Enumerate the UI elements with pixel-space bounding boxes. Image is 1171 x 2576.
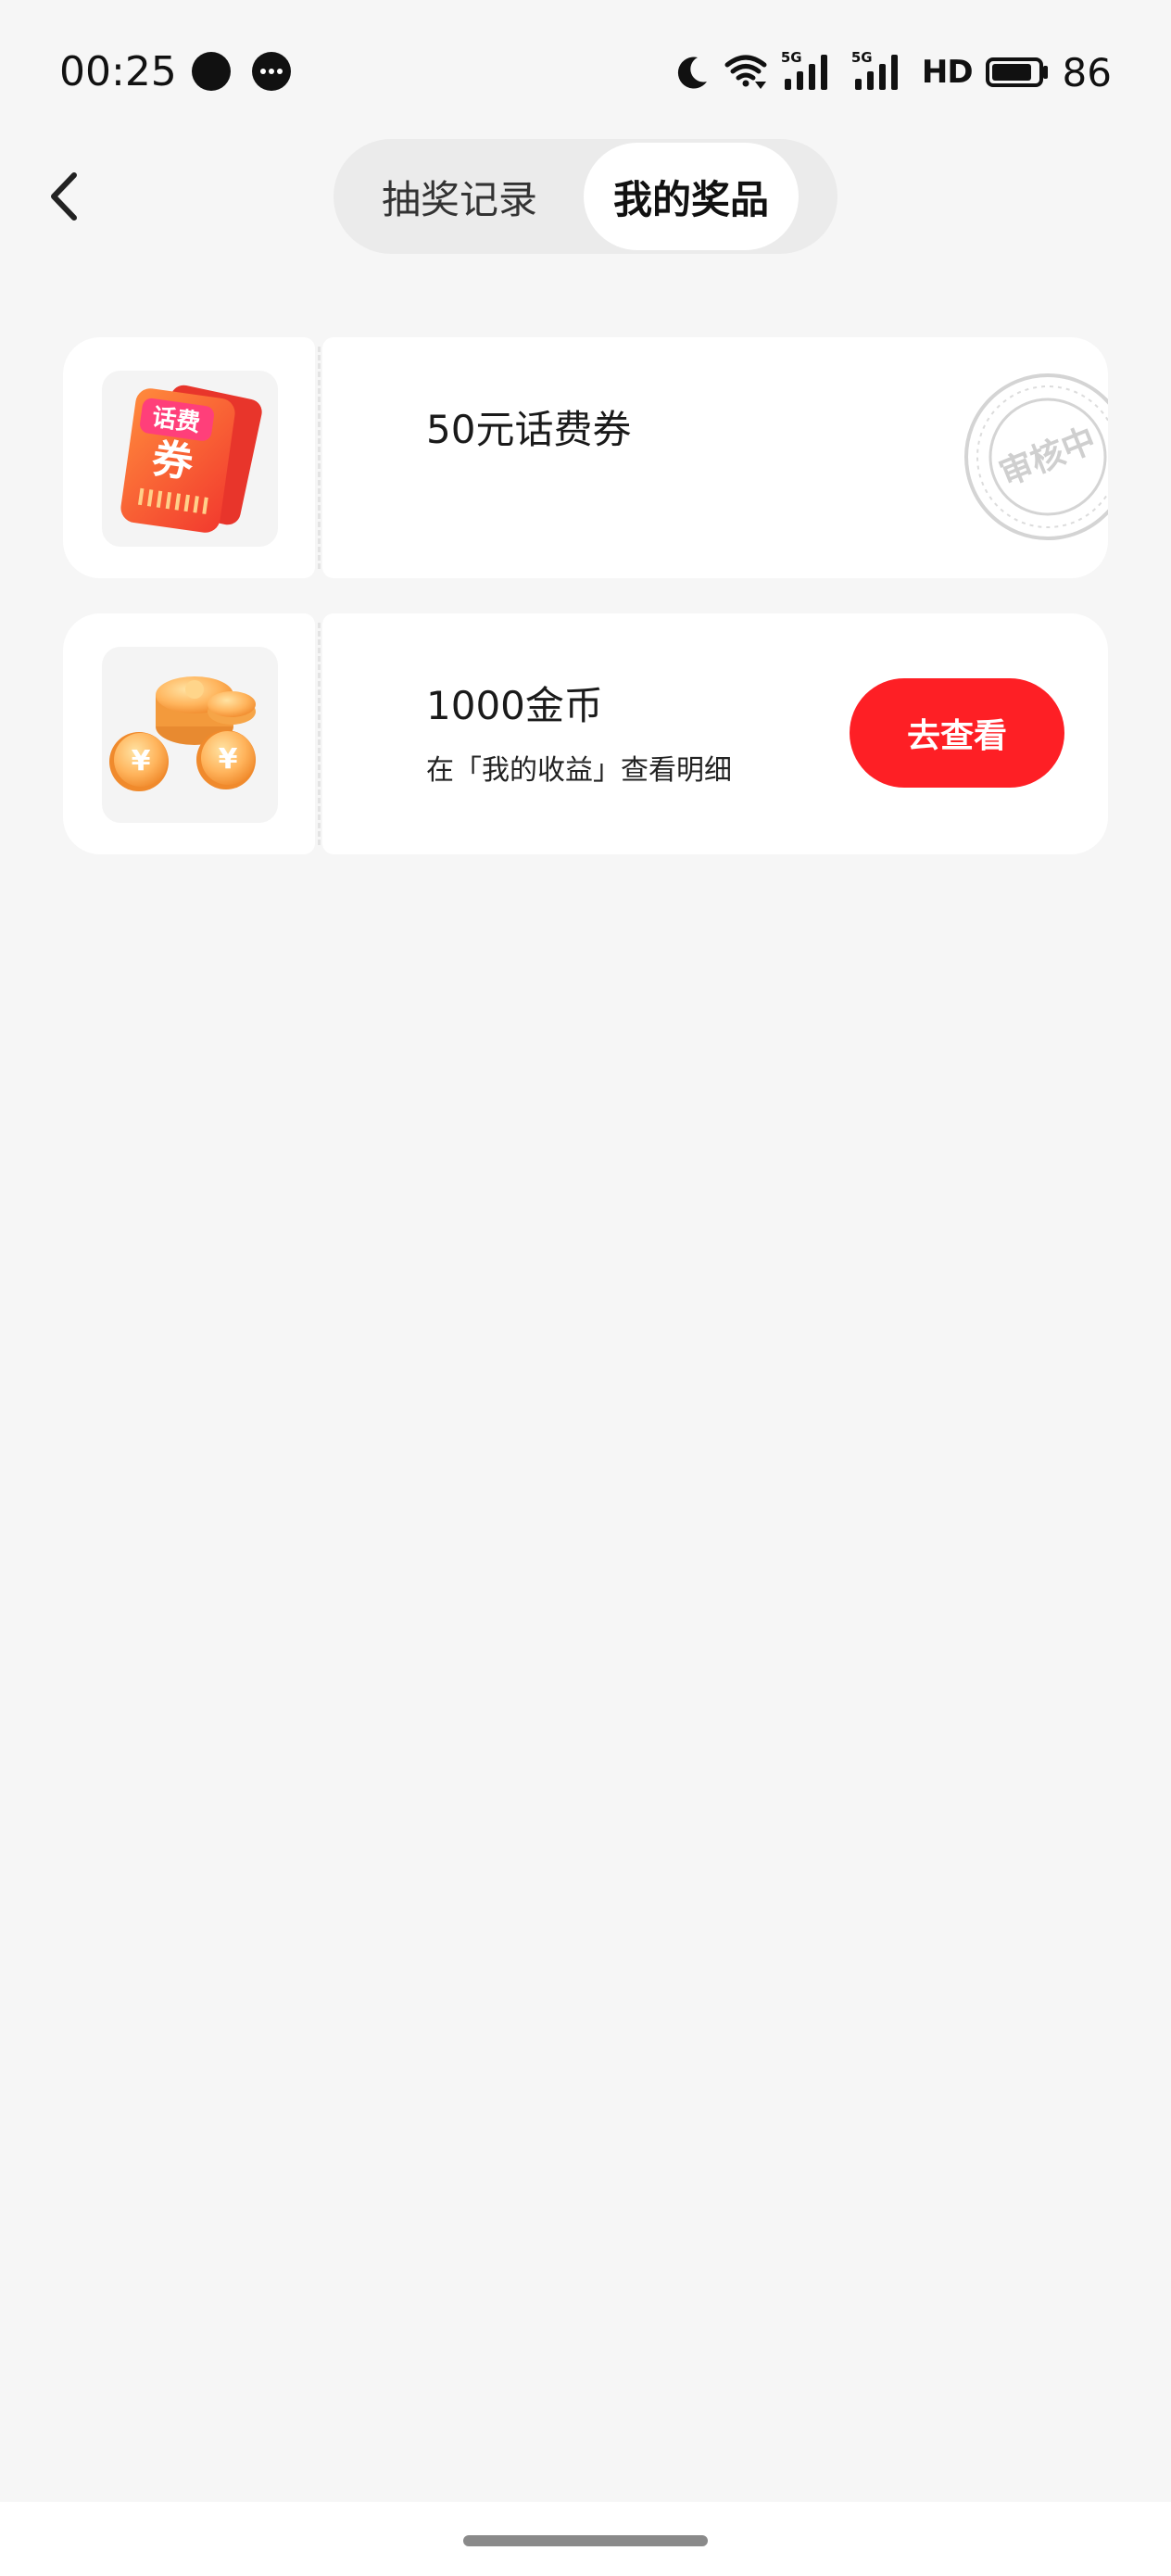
back-button[interactable] xyxy=(39,162,94,231)
home-indicator[interactable] xyxy=(463,2535,708,2546)
prize-description: 在「我的收益」查看明细 xyxy=(426,754,732,787)
prize-title: 1000金币 xyxy=(426,683,603,728)
chevron-left-icon xyxy=(51,172,77,221)
gold-coins-icon: ¥ ¥ xyxy=(102,647,278,823)
prize-card-stub: 话费 券 xyxy=(63,337,315,578)
prize-card-body: 1000金币 在「我的收益」查看明细 去查看 xyxy=(322,613,1108,854)
hd-icon: HD xyxy=(921,54,974,91)
signal-5g-icon: 5G xyxy=(781,49,838,94)
svg-text:¥: ¥ xyxy=(132,745,151,777)
phone-voucher-icon: 话费 券 xyxy=(102,371,278,547)
under-review-stamp: 审核中 xyxy=(962,371,1108,543)
svg-text:¥: ¥ xyxy=(219,743,238,776)
prize-card-body: 50元话费券 审核中 xyxy=(322,337,1108,578)
prize-card: ¥ ¥ 1000金币 在「我的收益」查看明细 去查看 xyxy=(63,613,1108,854)
status-bar: 00:25 5G 5G HD 86 xyxy=(0,0,1171,139)
wifi-icon xyxy=(724,55,767,89)
tab-lottery-records[interactable]: 抽奖记录 xyxy=(352,146,567,246)
status-icons: 5G 5G HD 86 xyxy=(674,48,1112,96)
battery-level: 86 xyxy=(1062,49,1112,95)
prize-card: 话费 券 50元话费券 审核中 xyxy=(63,337,1108,578)
gesture-bar xyxy=(0,2502,1171,2576)
prize-title: 50元话费券 xyxy=(426,407,632,452)
card-perforation xyxy=(318,623,321,845)
prize-card-stub: ¥ ¥ xyxy=(63,613,315,854)
view-earnings-button[interactable]: 去查看 xyxy=(850,678,1064,788)
battery-icon xyxy=(985,57,1043,87)
signal-5g-icon: 5G xyxy=(851,49,909,94)
status-time: 00:25 xyxy=(59,48,177,95)
voucher-big-text: 券 xyxy=(149,435,197,487)
message-dots-icon xyxy=(252,52,291,91)
card-perforation xyxy=(318,347,321,569)
moon-icon xyxy=(677,57,707,89)
tab-my-prizes[interactable]: 我的奖品 xyxy=(584,143,799,250)
tab-switcher: 抽奖记录 我的奖品 xyxy=(334,139,837,254)
prize-page: 00:25 5G 5G HD 86 抽奖记录 我的奖品 话费 券 50元话费券 … xyxy=(0,0,1171,2576)
chat-bubble-icon xyxy=(192,52,231,91)
stamp-text: 审核中 xyxy=(994,421,1102,493)
battery-tip xyxy=(1042,66,1048,79)
